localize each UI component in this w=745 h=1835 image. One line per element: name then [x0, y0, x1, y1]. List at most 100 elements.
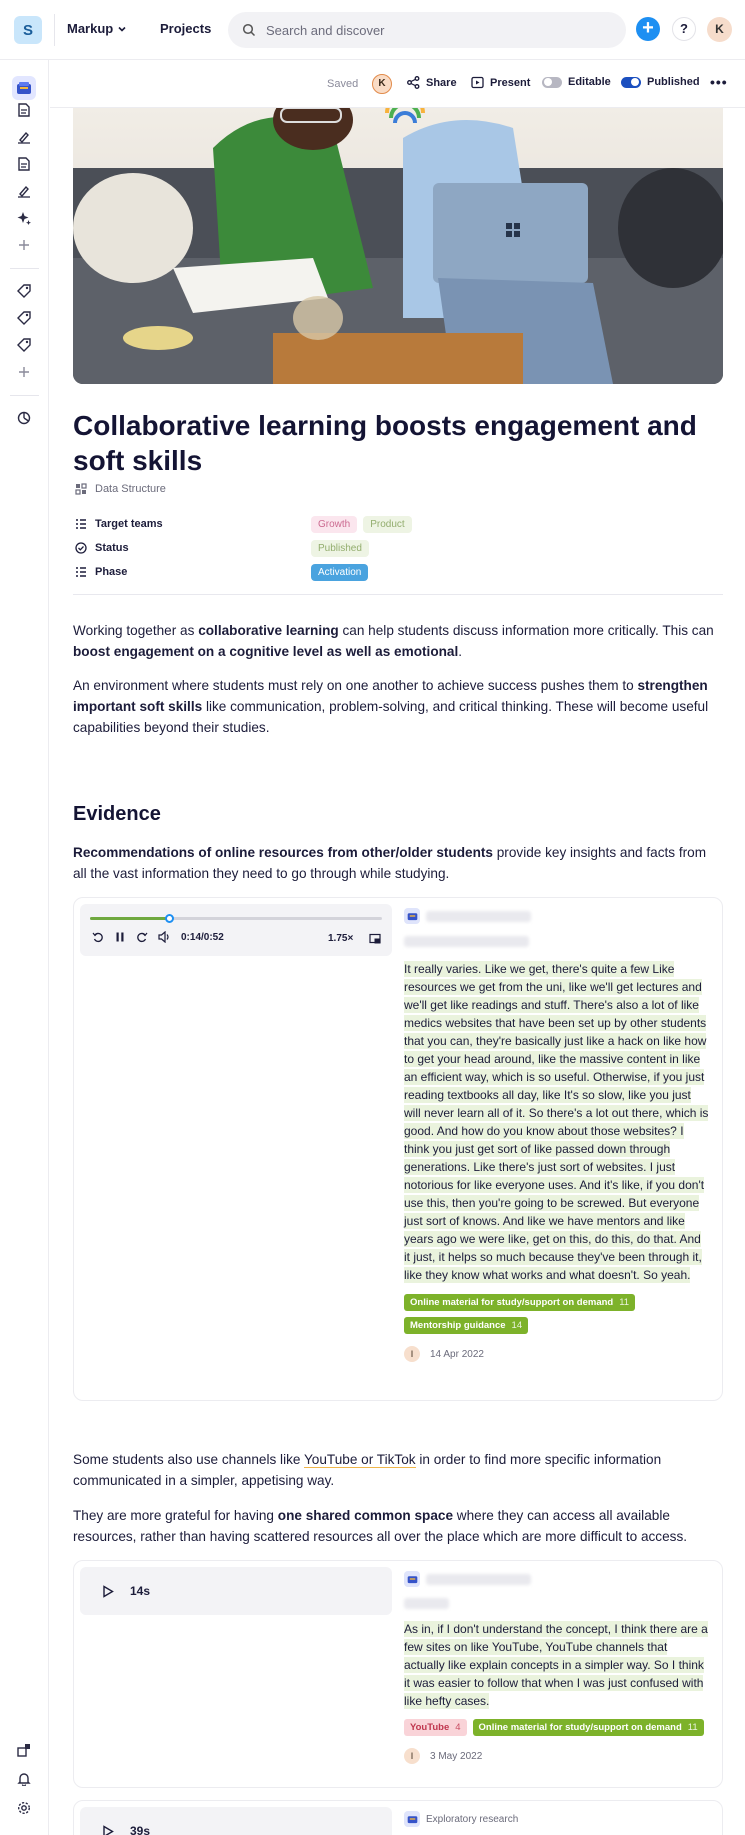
body-paragraph: Some students also use channels like You…	[73, 1452, 662, 1488]
editable-label: Editable	[568, 76, 611, 88]
settings-icon[interactable]	[14, 1798, 34, 1818]
tag-product[interactable]: Product	[363, 515, 412, 533]
intro-paragraph-1: Working together as collaborative learni…	[73, 623, 714, 659]
pause-icon[interactable]	[114, 931, 126, 943]
evidence-heading: Evidence	[73, 803, 161, 825]
redacted-source	[426, 910, 531, 922]
source-label: Exploratory research	[426, 1813, 519, 1825]
play-icon[interactable]	[102, 1824, 114, 1835]
progress-fill	[90, 917, 169, 920]
projects-link[interactable]: Projects	[160, 21, 211, 36]
pie-chart-icon[interactable]	[14, 408, 34, 428]
clip-duration: 14s	[130, 1584, 151, 1598]
transcript-panel: As in, if I don't understand the concept…	[404, 1571, 709, 1764]
sparkle-icon[interactable]	[14, 208, 34, 228]
tag-icon[interactable]	[14, 281, 34, 301]
property-row: Phase Activation	[75, 560, 723, 584]
progress-handle[interactable]	[164, 914, 174, 923]
inline-link[interactable]: YouTube or TikTok	[303, 1452, 416, 1468]
body-paragraph: They are more grateful for having one sh…	[73, 1508, 688, 1544]
tag-growth[interactable]: Growth	[311, 515, 358, 533]
document-icon[interactable]	[14, 154, 34, 174]
status-icon	[75, 542, 87, 554]
pip-icon[interactable]	[369, 933, 381, 945]
rewind-icon[interactable]	[92, 931, 104, 943]
search-input[interactable]	[266, 22, 586, 38]
volume-icon[interactable]	[158, 931, 171, 943]
property-row: Status Published	[75, 536, 723, 560]
document-type[interactable]: Data Structure	[75, 483, 166, 495]
highlight-tag[interactable]: YouTube 4	[404, 1719, 467, 1736]
more-options-icon[interactable]: •••	[710, 74, 728, 90]
present-icon	[471, 76, 484, 89]
author-avatar[interactable]: I	[404, 1346, 420, 1362]
forward-icon[interactable]	[136, 931, 148, 943]
add-item-icon[interactable]	[14, 362, 34, 382]
help-button[interactable]: ?	[672, 17, 696, 41]
transcript-quote[interactable]: It really varies. Like we get, there's q…	[404, 960, 709, 1284]
workspace-switcher[interactable]: Markup	[67, 21, 127, 36]
share-label: Share	[426, 76, 457, 89]
list-icon	[76, 519, 86, 529]
bell-icon[interactable]	[14, 1769, 34, 1789]
highlight-tag[interactable]: Mentorship guidance 14	[404, 1317, 529, 1334]
integrations-icon[interactable]	[14, 1740, 34, 1760]
properties-table: Target teams Growth Product Status Publi…	[75, 512, 723, 584]
published-toggle[interactable]: Published	[621, 76, 700, 88]
tag-icon[interactable]	[14, 335, 34, 355]
video-player[interactable]: 14s	[80, 1567, 392, 1615]
highlight-tag[interactable]: Online material for study/support on dem…	[404, 1294, 636, 1311]
play-icon[interactable]	[102, 1584, 114, 1598]
project-icon	[404, 908, 420, 924]
clip-duration: 39s	[130, 1824, 151, 1835]
hero-image	[73, 108, 723, 384]
present-button[interactable]: Present	[471, 76, 530, 89]
data-structure-icon	[75, 483, 87, 495]
save-status: Saved	[327, 78, 359, 90]
highlight-icon[interactable]	[14, 127, 34, 147]
share-button[interactable]: Share	[407, 76, 457, 89]
video-player[interactable]: 39s	[80, 1807, 392, 1835]
divider	[10, 268, 39, 269]
evidence-intro: Recommendations of online resources from…	[73, 845, 707, 881]
highlight-tag[interactable]: Online material for study/support on dem…	[472, 1719, 704, 1736]
transcript-quote[interactable]: As in, if I don't understand the concept…	[404, 1620, 709, 1710]
evidence-card: 14s As in, if I don't understand the con…	[73, 1560, 723, 1788]
document-icon[interactable]	[14, 100, 34, 120]
chevron-down-icon	[118, 26, 126, 32]
property-label: Status	[75, 542, 311, 554]
phase-badge[interactable]: Activation	[311, 563, 369, 581]
playback-speed[interactable]: 1.75×	[328, 933, 353, 944]
author-avatar[interactable]: I	[404, 1748, 420, 1764]
highlight-icon[interactable]	[14, 181, 34, 201]
project-icon	[404, 1811, 420, 1827]
divider	[73, 594, 723, 595]
app-logo[interactable]: S	[14, 16, 42, 44]
share-icon	[407, 76, 420, 89]
status-badge[interactable]: Published	[311, 539, 369, 557]
project-icon[interactable]	[12, 76, 36, 100]
search-icon	[242, 23, 256, 37]
editable-toggle[interactable]: Editable	[542, 76, 611, 88]
quote-date: 3 May 2022	[430, 1750, 483, 1762]
document-type-label: Data Structure	[95, 483, 166, 495]
collaborator-avatar[interactable]: K	[372, 74, 392, 94]
tag-icon[interactable]	[14, 308, 34, 328]
property-label: Target teams	[75, 518, 311, 530]
property-label: Phase	[75, 566, 311, 578]
search-bar[interactable]	[228, 12, 626, 48]
published-label: Published	[647, 76, 700, 88]
transcript-source[interactable]: Exploratory research	[404, 1811, 518, 1827]
audio-player[interactable]: 0:14/0:52 1.75×	[80, 904, 392, 956]
user-avatar[interactable]: K	[707, 17, 732, 42]
editable-switch[interactable]	[542, 76, 562, 88]
add-button[interactable]: +	[636, 17, 660, 41]
progress-bar[interactable]	[90, 914, 382, 923]
redacted-source	[426, 1573, 531, 1585]
document-action-bar: Saved K Share Present Editable Published…	[50, 60, 745, 108]
present-label: Present	[490, 76, 531, 89]
published-switch[interactable]	[621, 76, 641, 88]
property-row: Target teams Growth Product	[75, 512, 723, 536]
list-icon	[76, 567, 86, 577]
add-item-icon[interactable]	[14, 235, 34, 255]
